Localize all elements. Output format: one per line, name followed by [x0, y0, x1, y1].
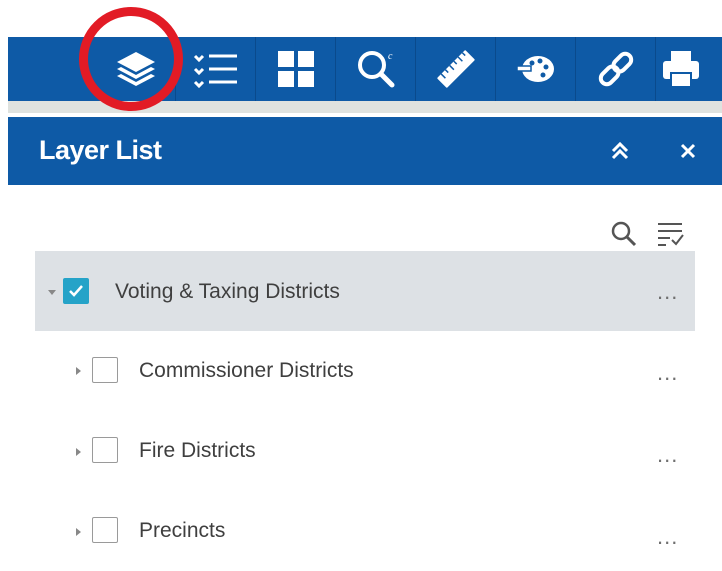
layer-visibility-checkbox[interactable]	[92, 437, 118, 463]
share-tool-button[interactable]	[576, 37, 656, 101]
layer-row-fire-districts[interactable]: Fire Districts ...	[35, 411, 695, 491]
measurement-icon	[436, 50, 475, 88]
svg-text:c: c	[388, 51, 393, 62]
layer-label: Fire Districts	[139, 439, 256, 462]
search-icon	[611, 221, 637, 247]
double-chevron-up-icon	[611, 141, 629, 160]
layer-row-commissioner-districts[interactable]: Commissioner Districts ...	[35, 331, 695, 411]
layer-label: Commissioner Districts	[139, 359, 354, 382]
layer-more-options-button[interactable]: ...	[657, 524, 678, 550]
print-tool-button[interactable]	[656, 37, 706, 101]
draw-icon	[515, 56, 554, 82]
layer-options-button[interactable]	[654, 218, 686, 255]
toolbar-shadow-strip	[8, 101, 722, 113]
layer-visibility-checkbox[interactable]	[63, 278, 89, 304]
layer-list-tool-button[interactable]	[96, 37, 176, 101]
layer-label: Voting & Taxing Districts	[115, 280, 340, 303]
caret-right-icon[interactable]	[73, 527, 83, 537]
layer-row-voting-taxing-districts[interactable]: Voting & Taxing Districts ...	[35, 251, 695, 331]
basemap-gallery-tool-button[interactable]	[256, 37, 336, 101]
panel-header: Layer List	[8, 117, 722, 185]
layer-more-options-button[interactable]: ...	[657, 360, 678, 386]
layer-visibility-checkbox[interactable]	[92, 517, 118, 543]
layer-more-options-button[interactable]: ...	[657, 279, 678, 305]
layer-row-precincts[interactable]: Precincts ...	[35, 491, 695, 571]
layer-label: Precincts	[139, 519, 226, 542]
share-link-icon	[598, 51, 633, 87]
caret-right-icon[interactable]	[73, 447, 83, 457]
search-icon: c	[357, 51, 394, 88]
draw-tool-button[interactable]	[496, 37, 576, 101]
widget-toolbar: c	[8, 37, 722, 101]
search-tool-button[interactable]: c	[336, 37, 416, 101]
layer-search-button[interactable]	[610, 220, 638, 253]
layer-more-options-button[interactable]: ...	[657, 442, 678, 468]
layer-visibility-checkbox[interactable]	[92, 357, 118, 383]
panel-title: Layer List	[39, 135, 162, 165]
caret-down-icon[interactable]	[47, 287, 57, 297]
checkmark-icon	[69, 285, 83, 297]
measurement-tool-button[interactable]	[416, 37, 496, 101]
caret-right-icon[interactable]	[73, 366, 83, 376]
legend-tool-button[interactable]	[176, 37, 256, 101]
close-panel-button[interactable]	[674, 137, 702, 165]
layers-icon	[116, 52, 155, 86]
close-icon	[680, 143, 696, 159]
print-icon	[663, 51, 699, 88]
legend-icon	[193, 54, 237, 89]
collapse-panel-button[interactable]	[606, 137, 634, 165]
filter-list-icon	[658, 223, 684, 246]
basemap-gallery-icon	[277, 51, 314, 87]
